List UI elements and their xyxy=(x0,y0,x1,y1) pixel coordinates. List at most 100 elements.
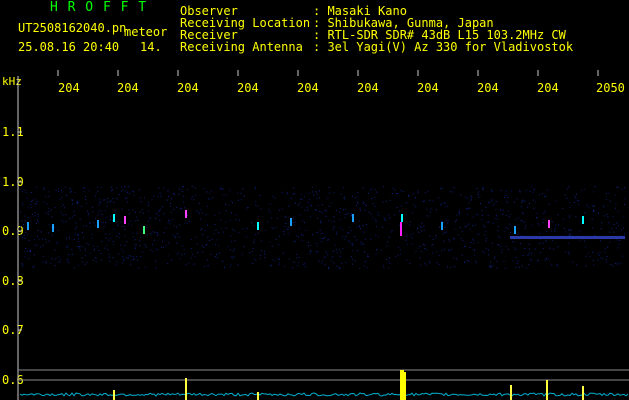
noise-speck xyxy=(76,226,77,228)
noise-speck xyxy=(61,205,62,207)
noise-speck xyxy=(103,225,105,227)
noise-speck xyxy=(550,264,552,266)
noise-speck xyxy=(34,212,36,214)
noise-speck xyxy=(259,195,261,196)
noise-speck xyxy=(97,190,99,192)
noise-speck xyxy=(577,199,578,201)
noise-speck xyxy=(36,186,38,188)
noise-speck xyxy=(397,254,399,256)
noise-speck xyxy=(460,194,462,196)
noise-speck xyxy=(81,261,83,263)
noise-speck xyxy=(36,244,38,246)
noise-speck xyxy=(325,256,327,258)
noise-speck xyxy=(63,204,65,206)
noise-speck xyxy=(45,260,47,262)
noise-speck xyxy=(296,254,298,255)
noise-speck xyxy=(195,194,197,196)
noise-speck xyxy=(375,220,377,222)
noise-speck xyxy=(104,199,106,201)
noise-speck xyxy=(51,234,53,236)
noise-speck xyxy=(59,198,61,200)
noise-speck xyxy=(96,186,98,188)
noise-speck xyxy=(173,194,175,196)
noise-speck xyxy=(202,245,203,247)
noise-speck xyxy=(505,190,507,192)
noise-speck xyxy=(482,224,484,226)
noise-speck xyxy=(307,209,308,211)
noise-speck xyxy=(127,191,128,193)
noise-speck xyxy=(213,233,215,235)
noise-speck xyxy=(144,244,146,246)
noise-speck xyxy=(225,204,226,205)
noise-speck xyxy=(603,206,605,208)
noise-speck xyxy=(22,236,24,238)
noise-speck xyxy=(287,229,289,231)
noise-speck xyxy=(562,207,564,209)
noise-speck xyxy=(445,231,447,233)
noise-speck xyxy=(92,259,94,261)
noise-speck xyxy=(135,244,137,246)
noise-speck xyxy=(362,187,364,189)
noise-speck xyxy=(436,251,438,253)
noise-speck xyxy=(130,255,132,257)
noise-speck xyxy=(229,266,231,268)
power-trace xyxy=(19,370,629,400)
noise-speck xyxy=(568,242,570,244)
noise-speck xyxy=(386,258,388,260)
noise-speck xyxy=(541,193,543,195)
noise-speck xyxy=(600,228,602,230)
noise-speck xyxy=(54,258,56,260)
noise-speck xyxy=(136,256,138,257)
noise-speck xyxy=(309,192,311,194)
noise-speck xyxy=(286,192,288,194)
noise-speck xyxy=(453,187,455,189)
noise-speck xyxy=(298,262,300,264)
noise-speck xyxy=(177,252,179,254)
noise-speck xyxy=(501,251,502,253)
noise-speck xyxy=(168,242,170,244)
noise-speck xyxy=(176,226,178,228)
noise-speck xyxy=(617,186,619,188)
noise-speck xyxy=(487,249,489,251)
noise-speck xyxy=(512,260,514,262)
noise-speck xyxy=(342,186,344,188)
noise-speck xyxy=(234,240,236,241)
noise-speck xyxy=(521,212,523,213)
noise-speck xyxy=(160,195,162,197)
noise-speck xyxy=(478,191,479,193)
noise-speck xyxy=(551,221,553,223)
noise-speck xyxy=(429,235,431,237)
noise-speck xyxy=(231,256,233,258)
noise-speck xyxy=(24,251,26,253)
noise-speck xyxy=(376,248,378,250)
noise-speck xyxy=(427,190,429,192)
noise-speck xyxy=(118,253,120,255)
noise-speck xyxy=(126,257,128,259)
noise-speck xyxy=(285,216,287,218)
noise-speck xyxy=(179,189,181,191)
noise-speck xyxy=(345,213,347,215)
noise-speck xyxy=(543,212,545,214)
noise-speck xyxy=(374,205,376,207)
noise-speck xyxy=(464,261,466,263)
noise-speck xyxy=(546,189,548,191)
noise-speck xyxy=(168,220,170,221)
noise-speck xyxy=(81,257,83,259)
noise-speck xyxy=(159,220,161,222)
noise-speck xyxy=(345,262,347,264)
noise-speck xyxy=(94,218,96,219)
noise-speck xyxy=(492,222,494,224)
noise-speck xyxy=(94,225,96,227)
noise-speck xyxy=(84,249,86,251)
noise-speck xyxy=(328,187,330,188)
noise-speck xyxy=(364,209,366,211)
echo-mark xyxy=(401,214,403,222)
noise-speck xyxy=(224,266,225,268)
noise-speck xyxy=(520,220,522,222)
noise-speck xyxy=(214,223,216,225)
noise-speck xyxy=(252,262,254,264)
noise-speck xyxy=(109,201,111,203)
noise-speck xyxy=(362,242,364,244)
noise-speck xyxy=(417,190,419,192)
noise-speck xyxy=(245,236,247,238)
